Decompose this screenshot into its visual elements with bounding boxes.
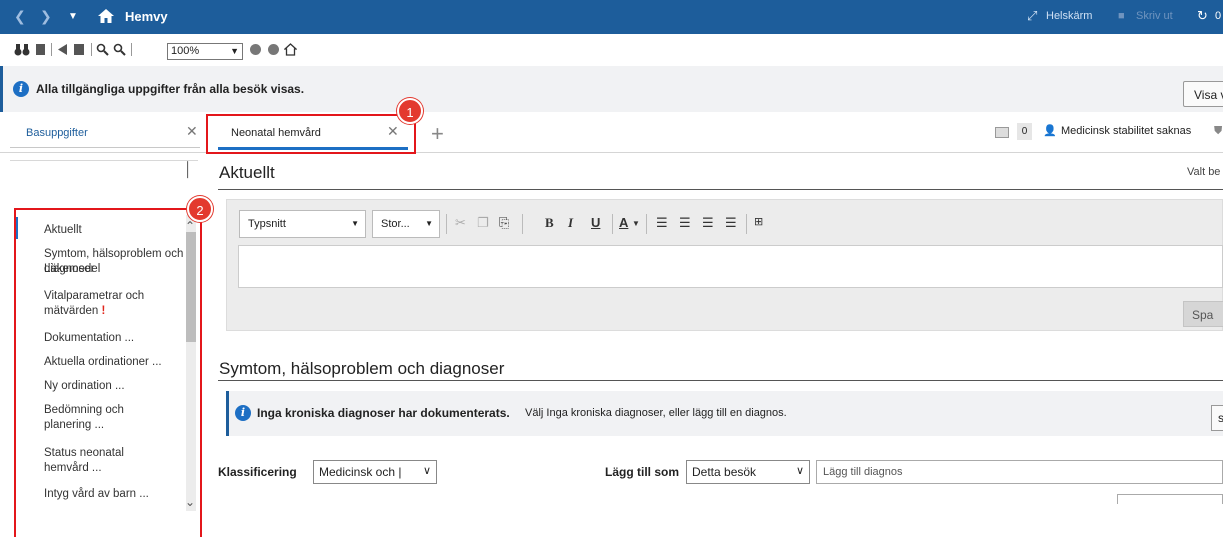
zoom-out-icon[interactable] (96, 43, 109, 56)
tab-underline (10, 147, 200, 148)
divider (218, 189, 1223, 190)
info-icon: i (13, 81, 29, 97)
partial-button[interactable] (1117, 494, 1223, 504)
title-bar: ❮ ❯ ▼ Hemvy ⤢ Helskärm ■ Skriv ut ↻ 0 (0, 0, 1223, 34)
tab-basuppgifter[interactable]: Basuppgifter (26, 127, 88, 139)
print-button[interactable]: Skriv ut (1136, 10, 1173, 22)
classification-value: Medicinsk och | (319, 465, 402, 479)
divider (446, 214, 447, 234)
inbox-count: 0 (1017, 123, 1032, 140)
divider (746, 214, 747, 234)
save-button[interactable]: Spa (1183, 301, 1223, 327)
home-icon[interactable] (97, 7, 115, 25)
annotation-badge-2: 2 (187, 196, 213, 222)
annotation-box-1 (206, 114, 416, 154)
shield-icon: ⛊ (1214, 125, 1223, 137)
field-insert-icon[interactable]: ⊞ (754, 215, 763, 228)
close-icon[interactable]: ✕ (186, 123, 198, 140)
divider (91, 43, 92, 56)
paste-icon[interactable]: ⎘ (499, 215, 509, 231)
back-icon[interactable]: ❮ (14, 8, 26, 25)
font-color-icon[interactable]: A (619, 215, 628, 230)
no-chronic-button-label: s (1218, 411, 1223, 425)
divider (218, 380, 1223, 381)
divider (51, 43, 52, 56)
fullscreen-icon[interactable]: ⤢ (1027, 8, 1037, 24)
pin-icon[interactable]: │ (184, 161, 193, 177)
cut-icon[interactable]: ✂ (455, 215, 466, 231)
dropdown-icon[interactable]: ▼ (68, 11, 78, 22)
annotation-badge-1: 1 (397, 98, 423, 124)
add-as-value: Detta besök (692, 465, 757, 479)
circle-icon[interactable] (267, 43, 280, 56)
divider (522, 214, 523, 234)
section-title-symtom: Symtom, hälsoproblem och diagnoser (219, 359, 505, 378)
align-right-icon[interactable]: ☰ (702, 215, 714, 231)
fullscreen-button[interactable]: Helskärm (1046, 10, 1092, 22)
inbox-icon[interactable] (995, 127, 1009, 138)
print-icon: ■ (1118, 10, 1125, 22)
house-icon[interactable] (284, 43, 297, 56)
add-as-label: Lägg till som (605, 465, 680, 479)
align-center-icon[interactable]: ☰ (679, 215, 691, 231)
prev-page-icon[interactable] (56, 43, 69, 56)
add-as-select[interactable]: Detta besök ∨ (686, 460, 810, 484)
person-icon: 👤 (1043, 125, 1057, 137)
forward-icon[interactable]: ❯ (40, 8, 52, 25)
chevron-down-icon: ∨ (795, 465, 804, 477)
zoom-in-icon[interactable] (113, 43, 126, 56)
refresh-count: 0 (1215, 10, 1222, 22)
show-button[interactable]: Visa v (1183, 81, 1223, 107)
text-editor[interactable] (238, 245, 1223, 288)
info-message: Alla tillgängliga uppgifter från alla be… (36, 82, 305, 96)
italic-icon[interactable]: I (568, 215, 573, 231)
chevron-down-icon: ∨ (422, 465, 431, 477)
binoculars-icon[interactable] (14, 43, 30, 56)
section-title-aktuellt: Aktuellt (219, 163, 275, 182)
classification-label: Klassificering (218, 465, 297, 479)
no-chronic-button[interactable]: s (1211, 405, 1223, 431)
divider (131, 43, 132, 56)
chevron-down-icon[interactable]: ▼ (632, 219, 640, 228)
selected-label: Valt be (1187, 166, 1221, 178)
next-page-icon[interactable] (73, 43, 86, 56)
justify-icon[interactable]: ☰ (725, 215, 737, 231)
zoom-select[interactable]: 100% ▼ (167, 43, 243, 60)
circle-icon[interactable] (249, 43, 262, 56)
underline-icon[interactable]: U (591, 215, 600, 230)
diagnosis-info-bold: Inga kroniska diagnoser har dokumenterat… (257, 406, 510, 420)
divider (612, 214, 613, 234)
refresh-icon[interactable]: ↻ (1197, 8, 1208, 24)
diagnosis-search-input[interactable]: Lägg till diagnos (816, 460, 1223, 484)
zoom-value: 100% (171, 45, 200, 57)
classification-select[interactable]: Medicinsk och | ∨ (313, 460, 437, 484)
app-title: Hemvy (125, 9, 168, 24)
diagnosis-info-text: Välj Inga kroniska diagnoser, eller lägg… (525, 407, 787, 419)
annotation-box-2 (14, 208, 202, 537)
page-icon[interactable] (34, 43, 47, 56)
align-left-icon[interactable]: ☰ (656, 215, 668, 231)
stability-label[interactable]: Medicinsk stabilitet saknas (1061, 125, 1191, 137)
copy-icon[interactable]: ❐ (477, 215, 489, 231)
chevron-down-icon: ▼ (230, 46, 239, 56)
bold-icon[interactable]: B (545, 215, 554, 231)
divider (646, 214, 647, 234)
add-tab-icon[interactable]: + (431, 121, 444, 147)
info-icon: i (235, 405, 251, 421)
